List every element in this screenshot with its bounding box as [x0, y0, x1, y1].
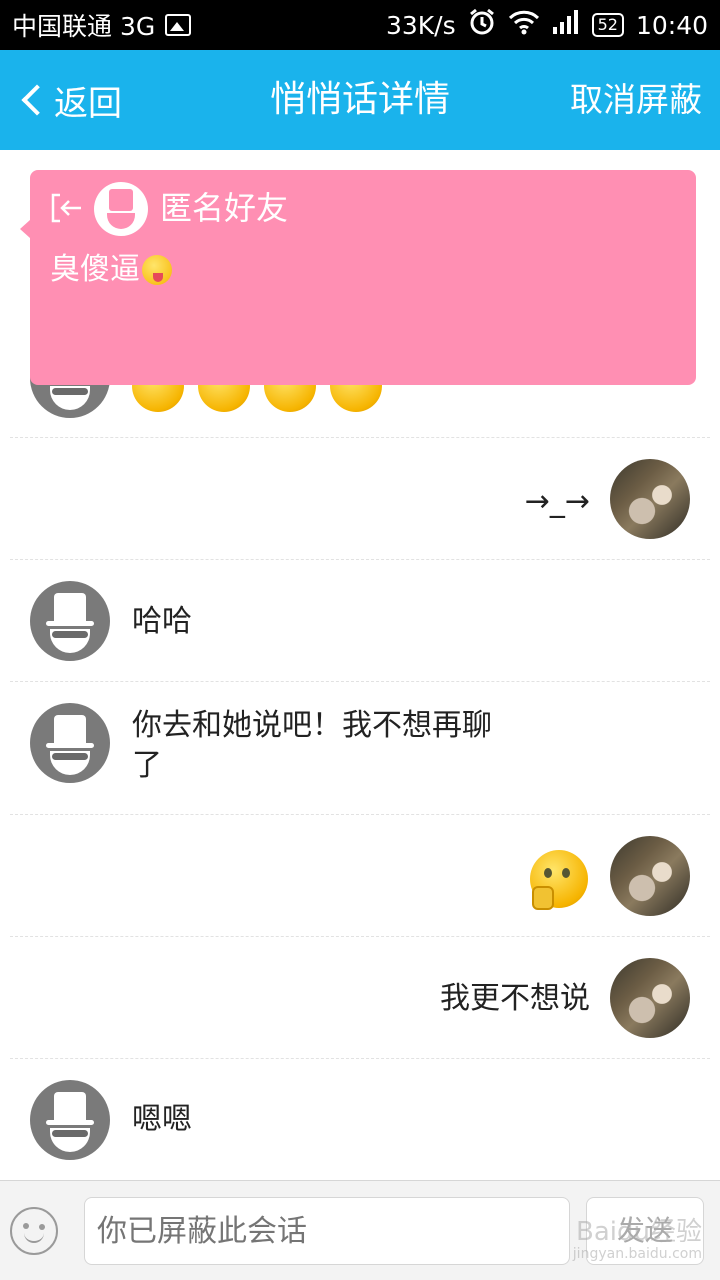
message-text: 你去和她说吧！我不想再聊 了: [132, 706, 492, 786]
message-text: 哈哈: [132, 604, 192, 639]
tongue-emoji-icon: [142, 255, 172, 285]
anonymous-avatar[interactable]: [30, 581, 110, 661]
user-avatar[interactable]: [610, 958, 690, 1038]
net-speed: 33K/s: [385, 10, 456, 40]
message-divider: [10, 814, 710, 815]
thinking-emoji-icon: [530, 850, 588, 910]
signal-icon: [552, 9, 580, 41]
anonymous-avatar: [94, 182, 148, 236]
wifi-icon: [508, 9, 540, 41]
input-bar: 发送 Baidu经验 jingyan.baidu.com: [0, 1180, 720, 1280]
popup-message: 臭傻逼: [50, 250, 172, 290]
message-divider: [10, 559, 710, 560]
alarm-icon: [468, 8, 496, 42]
back-label: 返回: [54, 83, 122, 124]
app-screen: 中国联通 3G 33K/s 52 10:40 返回 悄悄话详情 取消屏蔽 →_→…: [0, 0, 720, 1280]
image-notification-icon: [165, 14, 192, 36]
message-divider: [10, 936, 710, 937]
popup-message-text: 臭傻逼: [50, 252, 140, 287]
battery-icon: 52: [591, 13, 624, 37]
message-line: 你去和她说吧！我不想再聊: [132, 708, 492, 743]
message-text: →_→: [524, 484, 590, 519]
send-button[interactable]: 发送: [586, 1197, 704, 1265]
carrier-label: 中国联通 3G: [12, 12, 156, 41]
anonymous-avatar[interactable]: [30, 703, 110, 783]
message-divider: [10, 681, 710, 682]
anonymous-avatar[interactable]: [30, 1080, 110, 1160]
message-divider: [10, 437, 710, 438]
message-text: 我更不想说: [440, 981, 590, 1016]
exit-icon[interactable]: [50, 192, 84, 224]
message-text: 嗯嗯: [132, 1102, 192, 1137]
user-avatar[interactable]: [610, 836, 690, 916]
chevron-left-icon: [21, 84, 53, 116]
sender-name: 匿名好友: [160, 189, 289, 227]
title-bar: 返回 悄悄话详情 取消屏蔽: [0, 50, 720, 150]
user-avatar[interactable]: [610, 459, 690, 539]
status-bar: 中国联通 3G 33K/s 52 10:40: [0, 0, 720, 50]
unblock-button[interactable]: 取消屏蔽: [570, 50, 702, 150]
message-input[interactable]: [84, 1197, 570, 1265]
message-popup[interactable]: 匿名好友 臭傻逼: [20, 170, 696, 385]
message-line: 了: [132, 748, 162, 783]
emoji-button-icon[interactable]: [10, 1207, 58, 1255]
back-button[interactable]: 返回: [16, 50, 122, 150]
clock: 10:40: [635, 10, 708, 40]
message-divider: [10, 1058, 710, 1059]
